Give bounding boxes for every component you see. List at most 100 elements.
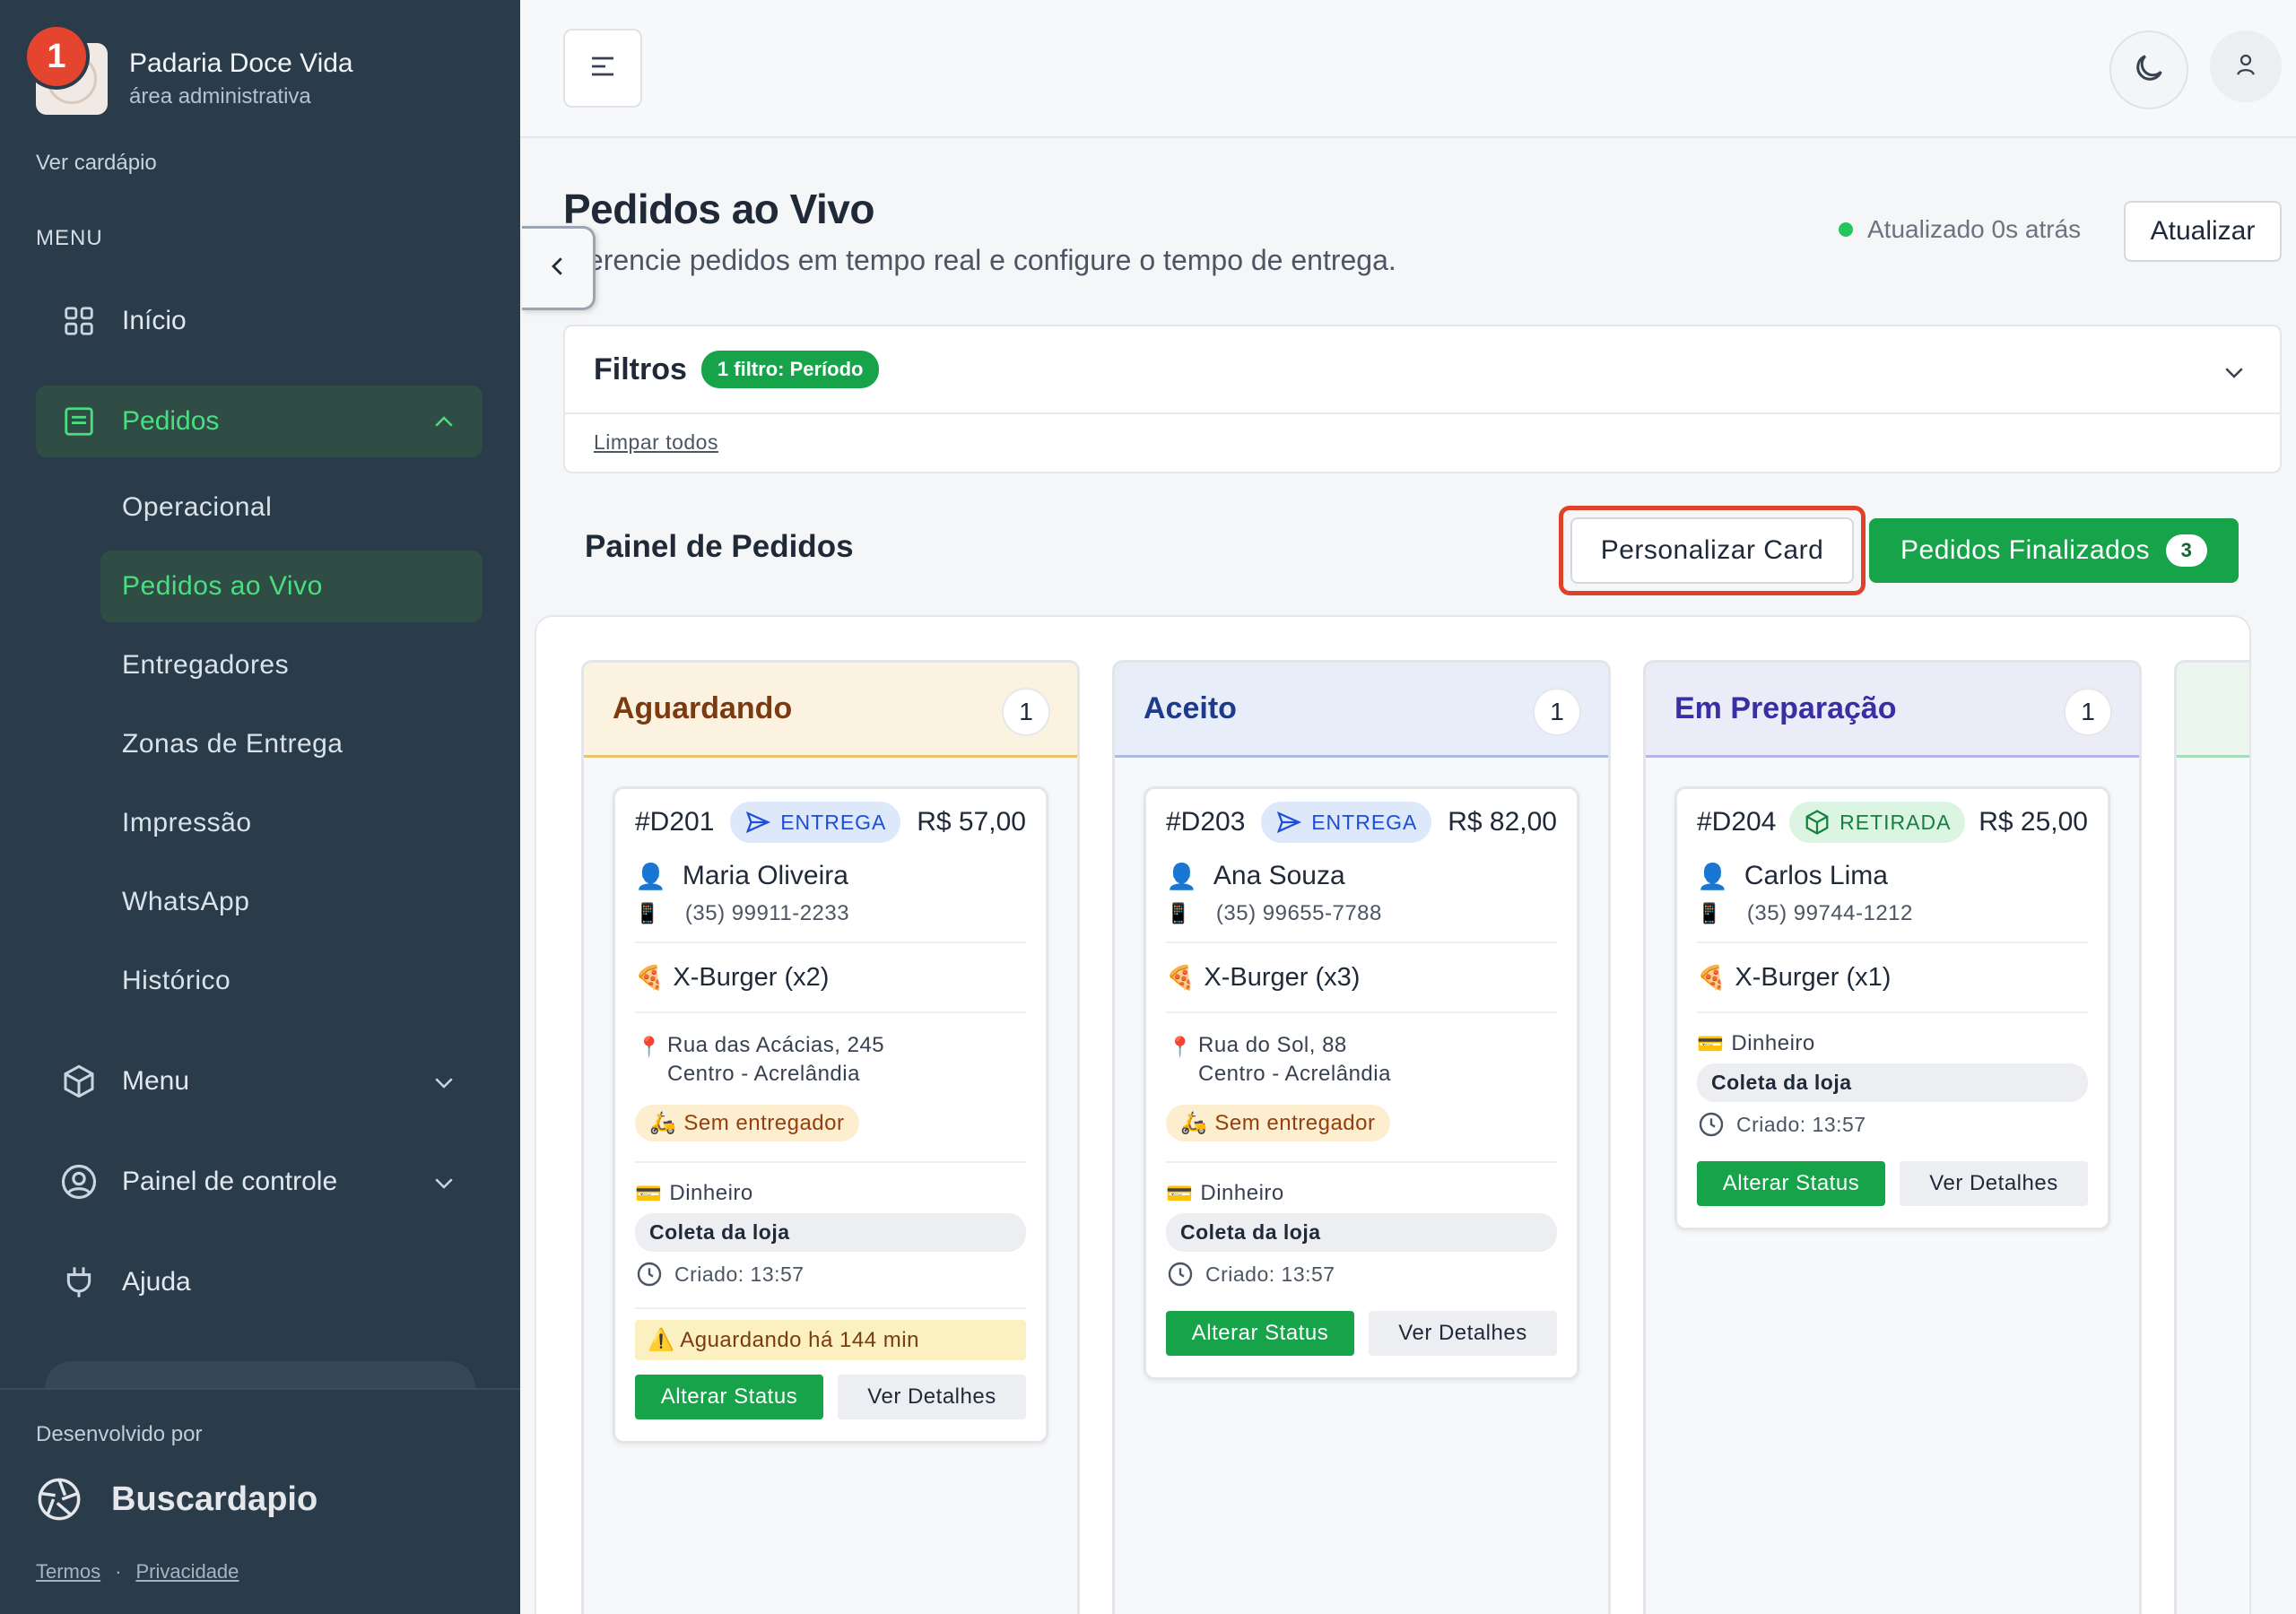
sidebar-item-menu[interactable]: Menu — [36, 1046, 483, 1117]
menu-toggle-button[interactable] — [563, 29, 642, 108]
order-price: R$ 25,00 — [1979, 807, 2088, 837]
column-count: 1 — [1533, 688, 1581, 736]
pickup-label: Coleta da loja — [635, 1213, 1026, 1252]
package-icon — [1805, 810, 1829, 835]
user-circle-icon — [57, 1160, 100, 1203]
view-details-button[interactable]: Ver Detalhes — [1369, 1311, 1557, 1356]
developer-brand[interactable]: Buscardapio — [36, 1476, 317, 1523]
view-details-button[interactable]: Ver Detalhes — [1900, 1161, 2088, 1206]
pickup-label: Coleta da loja — [1166, 1213, 1557, 1252]
phone-icon: 📱 — [1166, 902, 1191, 924]
grid-icon — [57, 299, 100, 343]
notification-badge[interactable]: 1 — [27, 27, 86, 86]
developed-by-label: Desenvolvido por — [36, 1422, 203, 1446]
order-items: X-Burger (x2) — [673, 962, 830, 992]
developer-name: Buscardapio — [111, 1480, 318, 1518]
menu-lines-icon — [587, 50, 619, 87]
sidebar-item-label: Painel de controle — [122, 1167, 338, 1196]
order-card[interactable]: #D201 ENTREGA R$ 57,00 👤 Maria Oliveira 📱… — [613, 786, 1048, 1444]
user-menu-button[interactable] — [2210, 30, 2282, 102]
filters-panel: Filtros 1 filtro: Período Limpar todos — [563, 325, 2282, 473]
phone-icon: 📱 — [1697, 902, 1722, 924]
finished-orders-button[interactable]: Pedidos Finalizados 3 — [1869, 518, 2239, 583]
pizza-icon: 🍕 — [1166, 963, 1196, 991]
column-header: Em Preparação 1 — [1646, 663, 2139, 758]
pickup-label: Coleta da loja — [1697, 1063, 2088, 1102]
column-header — [2177, 663, 2249, 758]
order-card[interactable]: #D204 RETIRADA R$ 25,00 👤 Carlos Lima 📱 (3… — [1674, 786, 2110, 1230]
sidebar-subitem-impressao[interactable]: Impressão — [100, 787, 483, 859]
update-status: Atualizado 0s atrás — [1839, 215, 2081, 244]
sidebar-item-painel-de-controle[interactable]: Painel de controle — [36, 1146, 483, 1218]
send-icon — [745, 811, 771, 834]
change-status-button[interactable]: Alterar Status — [1166, 1311, 1354, 1356]
person-icon: 👤 — [1166, 862, 1197, 890]
pizza-icon: 🍕 — [1697, 963, 1726, 991]
plug-icon — [57, 1261, 100, 1304]
sidebar-item-pedidos[interactable]: Pedidos — [36, 386, 483, 457]
column-title: Em Preparação — [1674, 691, 1897, 725]
refresh-button[interactable]: Atualizar — [2124, 201, 2282, 262]
order-items: X-Burger (x3) — [1204, 962, 1361, 992]
view-details-button[interactable]: Ver Detalhes — [838, 1375, 1026, 1419]
person-icon: 👤 — [1697, 862, 1728, 890]
brand[interactable]: 1 Padaria Doce Vida área administrativa — [27, 27, 353, 115]
sidebar-subitem-zonas-de-entrega[interactable]: Zonas de Entrega — [100, 708, 483, 780]
customize-card-button[interactable]: Personalizar Card — [1570, 517, 1854, 584]
order-type-badge: ENTREGA — [1261, 802, 1432, 843]
view-menu-link[interactable]: Ver cardápio — [36, 151, 157, 176]
privacy-link[interactable]: Privacidade — [135, 1560, 239, 1584]
order-id: #D203 — [1166, 807, 1246, 837]
sidebar-item-inicio[interactable]: Início — [36, 285, 483, 357]
order-items: X-Burger (x1) — [1735, 962, 1892, 992]
scooter-icon: 🛵 — [1180, 1111, 1208, 1135]
sidebar-item-ajuda[interactable]: Ajuda — [36, 1246, 483, 1318]
live-status-dot — [1839, 222, 1853, 237]
payment-method: Dinheiro — [1731, 1031, 1815, 1055]
sidebar-subitem-historico[interactable]: Histórico — [100, 945, 483, 1017]
card-icon: 💳 — [1697, 1031, 1725, 1056]
payment-method: Dinheiro — [669, 1181, 753, 1205]
order-card[interactable]: #D203 ENTREGA R$ 82,00 👤 Ana Souza 📱 (35) … — [1144, 786, 1579, 1380]
driver-status-badge: 🛵 Sem entregador — [635, 1105, 859, 1141]
user-icon — [2232, 51, 2259, 82]
sidebar-subitem-whatsapp[interactable]: WhatsApp — [100, 866, 483, 938]
board-title: Painel de Pedidos — [585, 529, 854, 564]
orders-board: Aguardando 1 #D201 ENTREGA R$ 57,00 👤 Mar… — [535, 615, 2251, 1614]
address-line-2: Centro - Acrelândia — [667, 1062, 860, 1086]
terms-link[interactable]: Termos — [36, 1560, 100, 1584]
clear-filters-link[interactable]: Limpar todos — [594, 430, 718, 455]
sidebar-subitem-pedidos-ao-vivo[interactable]: Pedidos ao Vivo — [100, 551, 483, 622]
created-time: Criado: 13:57 — [1205, 1262, 1335, 1286]
customer-phone: (35) 99655-7788 — [1215, 901, 1382, 925]
sidebar-subitem-operacional[interactable]: Operacional — [100, 472, 483, 543]
column-count: 1 — [1002, 688, 1050, 736]
column-aceito: Aceito 1 #D203 ENTREGA R$ 82,00 👤 Ana Sou… — [1112, 660, 1611, 1614]
customer-phone: (35) 99744-1212 — [1746, 901, 1913, 925]
phone-icon: 📱 — [635, 902, 660, 924]
sidebar-item-label: Pedidos — [122, 406, 220, 436]
clock-icon — [1699, 1112, 1724, 1137]
collapse-sidebar-button[interactable] — [522, 226, 596, 310]
order-type-label: ENTREGA — [1311, 810, 1418, 834]
column-aguardando: Aguardando 1 #D201 ENTREGA R$ 57,00 👤 Mar… — [581, 660, 1080, 1614]
footer-links: Termos · Privacidade — [36, 1560, 239, 1584]
chevron-down-icon[interactable] — [2221, 359, 2248, 390]
receipt-icon — [57, 400, 100, 443]
column-title: Aceito — [1144, 691, 1237, 725]
pizza-icon: 🍕 — [635, 963, 665, 991]
menu-section-label: MENU — [36, 226, 103, 250]
chevron-up-icon — [430, 409, 457, 443]
clock-icon — [1168, 1262, 1193, 1287]
filters-header[interactable]: Filtros 1 filtro: Período — [565, 326, 2280, 414]
change-status-button[interactable]: Alterar Status — [1697, 1161, 1885, 1206]
waiting-warning: ⚠️ Aguardando há 144 min — [635, 1320, 1026, 1360]
change-status-button[interactable]: Alterar Status — [635, 1375, 823, 1419]
brand-name: Padaria Doce Vida — [129, 48, 353, 78]
customer-name: Carlos Lima — [1744, 861, 1888, 890]
send-icon — [1276, 811, 1302, 834]
sidebar-subitem-entregadores[interactable]: Entregadores — [100, 629, 483, 701]
sidebar: 1 Padaria Doce Vida área administrativa … — [0, 0, 520, 1614]
theme-toggle-button[interactable] — [2109, 30, 2188, 109]
box-icon — [57, 1060, 100, 1103]
